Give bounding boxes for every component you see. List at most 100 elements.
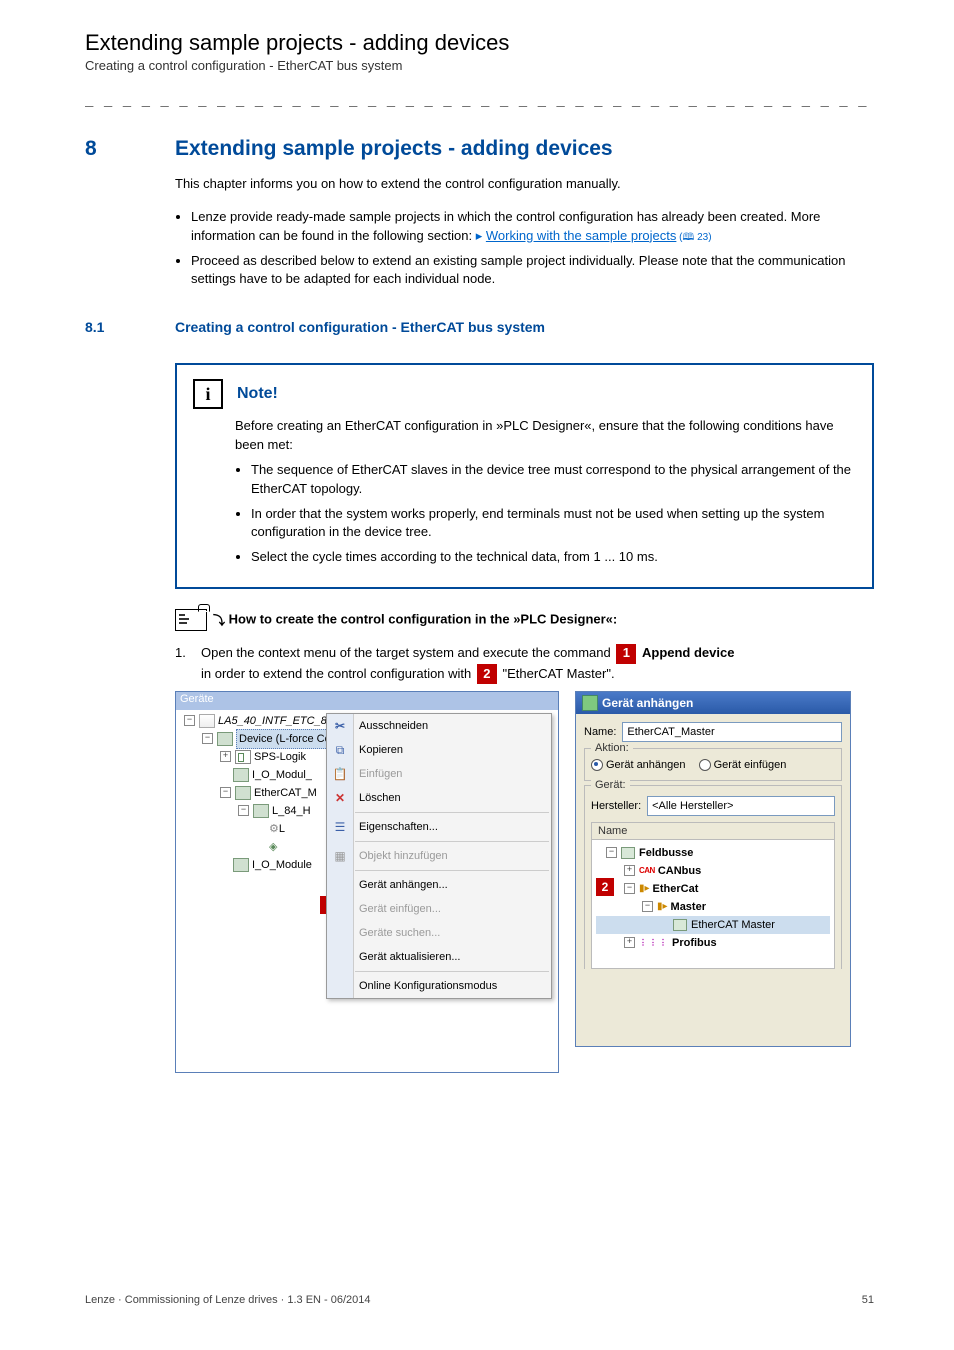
page-ref: (🕮 23) <box>676 232 711 243</box>
tree-l-label: L <box>279 820 285 838</box>
ethercat-icon: ▮▸ <box>639 880 650 898</box>
step-1a: Open the context menu of the target syst… <box>201 645 614 660</box>
devices-panel-title: Geräte <box>176 692 558 710</box>
sample-projects-link[interactable]: Working with the sample projects <box>486 228 677 243</box>
device-tree: −Feldbusse +CANCANbus −▮▸EtherCat −▮▸Mas… <box>591 839 835 969</box>
tree-l84-label: L_84_H <box>272 802 311 820</box>
expand-icon[interactable]: + <box>220 751 231 762</box>
devices-panel-screenshot: Geräte −LA5_40_INTF_ETC_84HL_TabPos_0100… <box>175 691 559 1073</box>
section-intro: This chapter informs you on how to exten… <box>175 175 874 194</box>
plc-icon <box>235 750 251 764</box>
softmotion-icon: ◈ <box>269 838 277 856</box>
collapse-icon[interactable]: − <box>606 847 617 858</box>
radio-insert[interactable]: Gerät einfügen <box>699 759 787 771</box>
dt-ethercat-master[interactable]: EtherCAT Master <box>596 916 830 934</box>
pointer-icon: ⤵ <box>213 614 225 628</box>
separator: _ _ _ _ _ _ _ _ _ _ _ _ _ _ _ _ _ _ _ _ … <box>85 91 874 107</box>
append-device-dialog: Gerät anhängen Name: EtherCAT_Master Akt… <box>575 691 851 1047</box>
project-icon <box>199 714 215 728</box>
device-group: Gerät: Hersteller: <Alle Hersteller> Nam… <box>584 785 842 969</box>
ctx-search-devices: Geräte suchen... <box>327 921 551 945</box>
ctx-online-label: Online Konfigurationsmodus <box>359 980 497 992</box>
name-input[interactable]: EtherCAT_Master <box>622 722 842 742</box>
ctx-insert-device: Gerät einfügen... <box>327 897 551 921</box>
step-1-number: 1. <box>175 643 201 685</box>
device-icon <box>233 768 249 782</box>
vendor-select[interactable]: <Alle Hersteller> <box>647 796 835 816</box>
ctx-prop-label: Eigenschaften... <box>359 821 438 833</box>
collapse-icon[interactable]: − <box>642 901 653 912</box>
dt-feldbusse[interactable]: −Feldbusse <box>596 844 830 862</box>
ctx-delete[interactable]: ✕Löschen <box>327 786 551 810</box>
dt-pb-label: Profibus <box>672 934 717 952</box>
ctx-del-label: Löschen <box>359 792 401 804</box>
device-legend: Gerät: <box>591 779 630 791</box>
device-icon <box>233 858 249 872</box>
dt-master-label: Master <box>671 898 706 916</box>
dt-eth-label: EtherCat <box>653 880 699 898</box>
ethercat-icon: ▮▸ <box>657 898 668 916</box>
dialog-titlebar: Gerät anhängen <box>576 692 850 714</box>
paste-icon: 📋 <box>332 766 348 782</box>
callout-2-icon: 2 <box>477 664 497 684</box>
step-1c: in order to extend the control configura… <box>201 666 475 681</box>
dialog-icon <box>582 695 598 711</box>
note-paragraph: Before creating an EtherCAT configuratio… <box>235 417 856 455</box>
tree-ecm-label: EtherCAT_M <box>254 784 317 802</box>
ctx-update-label: Gerät aktualisieren... <box>359 951 461 963</box>
radio-append-label: Gerät anhängen <box>606 759 686 771</box>
note-box: i Note! Before creating an EtherCAT conf… <box>175 363 874 589</box>
note-bullet-1: The sequence of EtherCAT slaves in the d… <box>251 461 856 499</box>
collapse-icon[interactable]: − <box>184 715 195 726</box>
ctx-add-object: ▦Objekt hinzufügen <box>327 844 551 868</box>
dt-ethercat[interactable]: −▮▸EtherCat <box>596 880 830 898</box>
collapse-icon[interactable]: − <box>624 883 635 894</box>
ctx-add-label: Objekt hinzufügen <box>359 850 448 862</box>
device-icon <box>673 919 687 931</box>
device-icon <box>235 786 251 800</box>
can-icon: CAN <box>639 862 655 880</box>
device-table-header: Name <box>591 822 835 839</box>
ctx-properties[interactable]: ☰ Eigenschaften... <box>327 815 551 839</box>
gear-icon: ⚙ <box>269 823 279 835</box>
ctx-cut-label: Ausschneiden <box>359 720 428 732</box>
expand-icon[interactable]: + <box>624 937 635 948</box>
expand-icon[interactable]: + <box>624 865 635 876</box>
action-group: Aktion: Gerät anhängen Gerät einfügen <box>584 748 842 781</box>
intro-bullet-1: Lenze provide ready-made sample projects… <box>191 208 874 246</box>
dt-master[interactable]: −▮▸Master <box>596 898 830 916</box>
step-1d: "EtherCAT Master". <box>503 666 615 681</box>
collapse-icon[interactable]: − <box>220 787 231 798</box>
name-label: Name: <box>584 726 616 738</box>
howto-title: How to create the control configuration … <box>229 612 618 627</box>
ctx-copy-label: Kopieren <box>359 744 403 756</box>
ctx-append-device[interactable]: Gerät anhängen... <box>327 873 551 897</box>
footer-left: Lenze · Commissioning of Lenze drives · … <box>85 1294 371 1306</box>
step-1-text: Open the context menu of the target syst… <box>201 643 874 685</box>
note-bullet-3: Select the cycle times according to the … <box>251 548 856 567</box>
tree-sps-label: SPS-Logik <box>254 748 306 766</box>
intro-bullet-2: Proceed as described below to extend an … <box>191 252 874 290</box>
ctx-insert-label: Gerät einfügen... <box>359 903 441 915</box>
note-title: Note! <box>237 385 278 403</box>
radio-insert-label: Gerät einfügen <box>714 759 787 771</box>
cut-icon: ✂ <box>332 718 348 734</box>
page-header-subtitle: Creating a control configuration - Ether… <box>85 58 874 73</box>
properties-icon: ☰ <box>332 819 348 835</box>
ctx-cut[interactable]: ✂ Ausschneiden <box>327 714 551 738</box>
info-icon: i <box>193 379 223 409</box>
section-number: 8 <box>85 137 175 161</box>
ctx-online-config[interactable]: Online Konfigurationsmodus <box>327 974 551 998</box>
link-arrow-icon: ▸ <box>476 228 486 243</box>
ctx-copy[interactable]: ⧉Kopieren <box>327 738 551 762</box>
dt-profibus[interactable]: +⋮⋮⋮Profibus <box>596 934 830 952</box>
ctx-search-label: Geräte suchen... <box>359 927 440 939</box>
vendor-label: Hersteller: <box>591 800 641 812</box>
tree-iom-label: I_O_Module <box>252 856 312 874</box>
collapse-icon[interactable]: − <box>238 805 249 816</box>
collapse-icon[interactable]: − <box>202 733 213 744</box>
ctx-update-device[interactable]: Gerät aktualisieren... <box>327 945 551 969</box>
dt-canbus[interactable]: +CANCANbus <box>596 862 830 880</box>
radio-append[interactable]: Gerät anhängen <box>591 759 686 771</box>
callout-2-marker: 2 <box>596 878 614 896</box>
